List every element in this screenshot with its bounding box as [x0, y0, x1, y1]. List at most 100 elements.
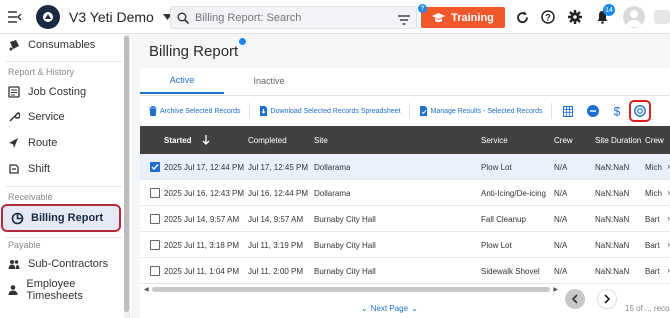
column-header-site[interactable]: Site — [314, 126, 328, 154]
collapse-menu-icon[interactable] — [4, 0, 26, 34]
page-help-icon[interactable] — [239, 38, 246, 45]
sidebar-item-label: Employee Timesheets — [26, 278, 83, 302]
sub-contractors-icon — [6, 258, 22, 270]
refresh-icon[interactable] — [514, 9, 530, 25]
stats-badge-icon[interactable] — [586, 105, 599, 117]
table-row[interactable]: 2025 Jul 14, 9:57 AM Jul 14, 9:57 AM Bur… — [140, 206, 670, 232]
section-report-history: Report & History — [8, 67, 75, 77]
cell-started: 2025 Jul 11, 1:04 PM — [164, 266, 240, 276]
cell-site: Dollarama — [314, 188, 351, 198]
cell-site: Burnaby City Hall — [314, 240, 376, 250]
column-header-crew-2[interactable]: Crew — [645, 126, 664, 154]
sidebar-item-label: Consumables — [28, 39, 96, 51]
chevron-down-icon: ⌄ — [361, 304, 368, 313]
divider — [550, 103, 552, 119]
cell-site: Dollarama — [314, 162, 351, 172]
graduation-cap-icon — [432, 12, 446, 23]
archive-selected-label: Archive Selected Records — [160, 107, 241, 115]
row-checkbox[interactable] — [150, 188, 160, 198]
cell-crew-2: Bart — [645, 240, 660, 250]
sidebar-item-shift[interactable]: Shift — [0, 158, 124, 180]
next-page-label: Next Page — [370, 304, 409, 313]
training-button[interactable]: ? Training — [418, 4, 505, 28]
column-header-crew[interactable]: Crew — [554, 126, 573, 154]
previous-page-button[interactable] — [565, 289, 585, 309]
table-row[interactable]: 2025 Jul 11, 3:18 PM Jul 11, 3:19 PM Bur… — [140, 232, 670, 258]
app-title[interactable]: V3 Yeti Demo — [69, 9, 154, 25]
table-horizontal-scrollbar[interactable]: ◀ ▶ — [144, 286, 558, 293]
cell-crew-2: Bart — [645, 266, 660, 276]
table-header: Started Completed Site Service Crew Site… — [140, 126, 670, 154]
cell-started: 2025 Jul 16, 12:43 PM — [164, 188, 245, 198]
actions-toolbar: Archive Selected Records Download Select… — [140, 96, 670, 126]
column-header-started[interactable]: Started — [164, 126, 210, 154]
sidebar-item-route[interactable]: Route — [0, 132, 124, 154]
chevron-down-icon: ⌄ — [411, 304, 418, 313]
archive-selected-button[interactable]: Archive Selected Records — [149, 106, 241, 116]
download-spreadsheet-button[interactable]: Download Selected Records Spreadsheet — [259, 106, 401, 116]
table-row[interactable]: 2025 Jul 11, 1:04 PM Jul 11, 2:00 PM Bur… — [140, 258, 670, 284]
next-page-link[interactable]: ⌄ Next Page ⌄ — [361, 304, 418, 313]
sidebar-item-billing-report[interactable]: Billing Report — [1, 204, 121, 232]
sidebar-item-employee-timesheets[interactable]: Employee Timesheets — [0, 278, 124, 302]
sidebar-item-sub-contractors[interactable]: Sub-Contractors — [0, 253, 124, 275]
sidebar-item-consumables[interactable]: Consumables — [0, 34, 124, 56]
cell-service: Plow Lot — [481, 240, 512, 250]
horizontal-scroll-thumb[interactable] — [152, 287, 550, 292]
column-header-completed[interactable]: Completed — [248, 126, 287, 154]
filter-icon[interactable] — [398, 12, 410, 30]
user-avatar[interactable] — [623, 6, 645, 28]
cell-service: Anti-Icing/De-icing — [481, 188, 546, 198]
scroll-right-arrow-icon[interactable]: ▶ — [553, 286, 558, 293]
page-title: Billing Report — [149, 43, 239, 60]
column-header-label: Started — [164, 135, 192, 145]
cell-site-duration: NaN:NaN — [595, 240, 630, 250]
cell-site-duration: NaN:NaN — [595, 214, 630, 224]
sidebar-item-label: Job Costing — [28, 86, 87, 98]
sidebar-item-label: Billing Report — [31, 212, 104, 224]
scroll-left-arrow-icon[interactable]: ◀ — [144, 286, 149, 293]
keyboard-icon[interactable] — [654, 10, 670, 24]
help-icon[interactable]: ? — [540, 9, 556, 25]
route-icon — [6, 137, 22, 149]
table-row[interactable]: 2025 Jul 17, 12:44 PM Jul 17, 12:45 PM D… — [140, 154, 670, 180]
column-header-site-duration[interactable]: Site Duration — [595, 126, 641, 154]
manage-results-button[interactable]: Manage Results - Selected Records — [419, 106, 543, 116]
manage-results-icon — [419, 106, 428, 116]
section-payable: Payable — [8, 240, 41, 250]
shift-icon — [6, 163, 22, 175]
sidebar-item-label: Service — [28, 111, 65, 123]
settings-gear-icon[interactable] — [567, 9, 583, 25]
app-logo — [36, 4, 60, 29]
tab-inactive[interactable]: Inactive — [224, 68, 314, 94]
row-checkbox[interactable] — [150, 266, 160, 276]
manage-results-label: Manage Results - Selected Records — [430, 107, 543, 115]
cell-completed: Jul 11, 2:00 PM — [248, 266, 303, 276]
sidebar-scrollbar[interactable] — [124, 36, 129, 312]
cell-site: Burnaby City Hall — [314, 266, 376, 276]
service-icon — [6, 111, 22, 123]
cell-crew: N/A — [554, 214, 568, 224]
sort-down-arrow-icon — [202, 135, 210, 145]
column-header-service[interactable]: Service — [481, 126, 508, 154]
cell-crew-2: Mich — [645, 188, 662, 198]
next-page-arrow-button[interactable] — [597, 289, 617, 309]
sidebar-item-service[interactable]: Service — [0, 106, 124, 128]
tab-active[interactable]: Active — [140, 68, 224, 94]
cell-started: 2025 Jul 11, 3:18 PM — [164, 240, 240, 250]
report-settings-button[interactable] — [628, 100, 651, 122]
sidebar-item-job-costing[interactable]: Job Costing — [0, 81, 124, 103]
download-icon — [259, 106, 268, 116]
row-checkbox[interactable] — [150, 214, 160, 224]
employee-timesheets-icon — [6, 284, 20, 296]
table-row[interactable]: 2025 Jul 16, 12:43 PM Jul 16, 12:44 PM D… — [140, 180, 670, 206]
row-checkbox[interactable] — [150, 240, 160, 250]
row-checkbox[interactable] — [150, 162, 160, 172]
dollar-icon[interactable]: $ — [613, 105, 621, 117]
cell-started: 2025 Jul 17, 12:44 PM — [164, 162, 245, 172]
divider — [408, 103, 410, 119]
columns-icon[interactable] — [562, 105, 573, 117]
search-input[interactable] — [195, 11, 385, 24]
section-receivable: Receivable — [8, 192, 53, 202]
sidebar-item-label: Sub-Contractors — [28, 258, 109, 270]
